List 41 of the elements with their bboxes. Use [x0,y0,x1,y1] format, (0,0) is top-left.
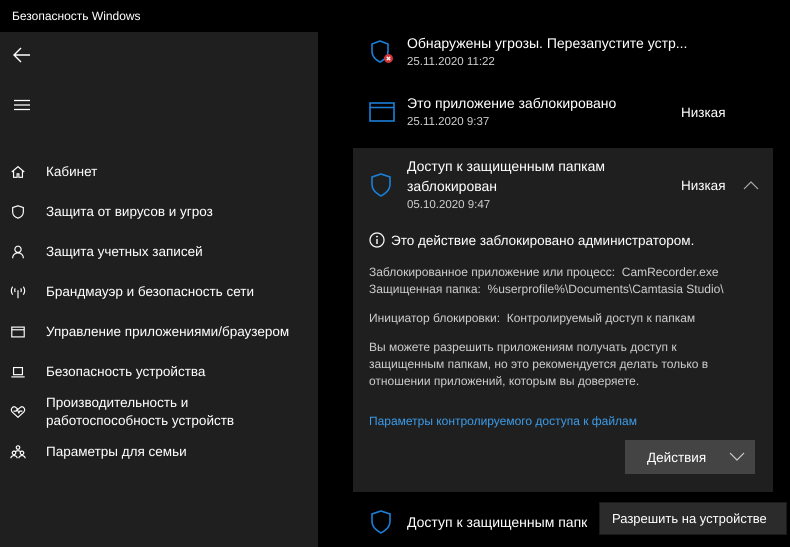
sidebar-item[interactable]: Защита от вирусов и угроз [0,192,318,232]
sidebar-item[interactable]: Производительность и работоспособность устройств [0,392,318,432]
notification-row[interactable]: Это приложение заблокировано 25.11.2020 9:37 Низкая [353,82,773,142]
collapse-caret-icon[interactable] [743,180,759,190]
chevron-down-icon [729,452,745,462]
shield-icon [10,203,26,221]
notification-date: 05.10.2020 9:47 [407,198,490,213]
person-icon [10,243,26,261]
heart-icon [10,403,26,421]
sidebar-item[interactable]: Параметры для семьи [0,432,318,472]
notification-title: Доступ к защищенным папк [407,513,588,532]
notification-title: Обнаружены угрозы. Перезапустите устр... [407,34,688,53]
notification-title: Доступ к защищенным папкам заблокирован [407,157,606,196]
advice-paragraph: Вы можете разрешить приложениям получать доступ к защищенным папкам, но это рекомендуется делать только в отношении приложений, которым вы доверяете. [369,339,710,390]
family-icon [10,443,26,461]
severity-label: Низкая [681,178,727,192]
notification-date: 25.11.2020 9:37 [407,115,490,130]
menu-icon [14,99,30,111]
shield-icon [369,172,393,198]
detail-line: Заблокированное приложение или процесс: CamRecorder.exe [369,264,720,281]
initiator-line: Инициатор блокировки: Контролируемый доступ к папкам [369,310,696,327]
actions-button[interactable]: Действия [625,440,755,474]
window-icon [369,101,395,123]
settings-link[interactable]: Параметры контролируемого доступа к файлам [369,414,753,428]
shield-icon [369,509,393,535]
notification-title: Это приложение заблокировано [407,94,616,113]
sidebar-item[interactable]: Безопасность устройства [0,352,318,392]
sidebar-item[interactable]: Защита учетных записей [0,232,318,272]
severity-label: Низкая [681,104,727,120]
info-icon [369,232,385,248]
shield-error-icon [369,39,395,65]
notification-row[interactable]: Обнаружены угрозы. Перезапустите устр... 25.11.2020 11:22 [353,22,773,82]
home-icon [10,163,26,181]
sidebar-item[interactable]: Брандмауэр и безопасность сети [0,272,318,312]
sidebar-item[interactable]: Управление приложениями/браузером [0,312,318,352]
blocked-notice: Это действие заблокировано администратором. [391,232,694,248]
menu-item[interactable]: Разрешить на устройстве [600,503,786,534]
notification-date: 25.11.2020 11:22 [407,55,495,70]
detail-line: Защищенная папка: %userprofile%\Documents\Camtasia Studio\ [369,281,725,298]
sidebar-item[interactable]: Кабинет [0,152,318,192]
back-arrow-icon [13,47,31,63]
